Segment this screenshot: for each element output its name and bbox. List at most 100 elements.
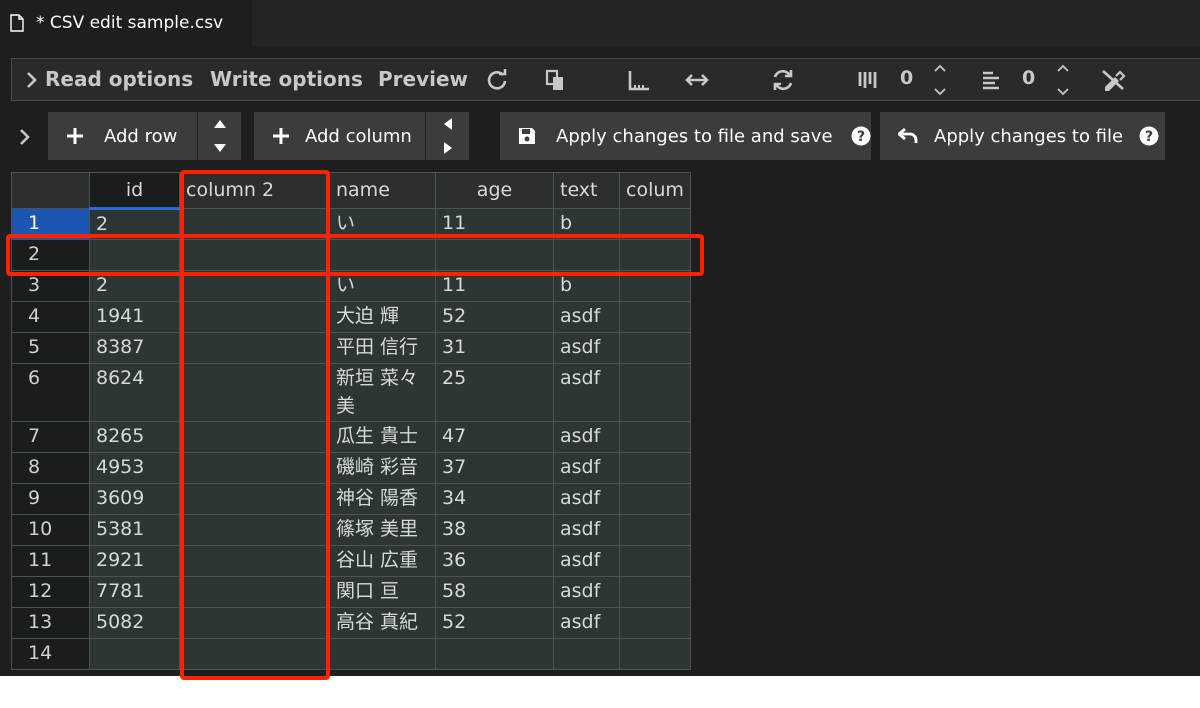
chevron-up-icon[interactable] xyxy=(1057,64,1069,72)
fixed-columns-icon[interactable] xyxy=(855,67,881,93)
ruler-icon[interactable] xyxy=(626,67,652,93)
fixed-columns-stepper[interactable] xyxy=(932,64,948,96)
table-cell[interactable]: asdf xyxy=(553,514,620,546)
align-left-icon[interactable] xyxy=(978,67,1004,93)
table-cell[interactable]: 5381 xyxy=(89,514,180,546)
table-cell[interactable] xyxy=(179,332,330,364)
row-number[interactable]: 10 xyxy=(11,514,90,546)
table-cell[interactable] xyxy=(329,638,436,670)
table-cell[interactable] xyxy=(619,239,691,271)
table-cell[interactable]: 磯崎 彩音 xyxy=(329,452,436,484)
table-cell[interactable] xyxy=(179,607,330,639)
row-number[interactable]: 1 xyxy=(11,208,90,240)
table-cell[interactable] xyxy=(619,576,691,608)
table-cell[interactable] xyxy=(179,301,330,333)
table-cell[interactable]: 36 xyxy=(435,545,554,577)
add-column-button[interactable]: Add column xyxy=(254,112,425,160)
chevron-right-icon[interactable] xyxy=(22,67,42,93)
apply-button[interactable]: Apply changes to file ? xyxy=(880,112,1165,160)
table-cell[interactable]: 8624 xyxy=(89,363,180,422)
add-row-button[interactable]: Add row xyxy=(48,112,197,160)
row-number[interactable]: 6 xyxy=(11,363,90,422)
table-cell[interactable] xyxy=(619,607,691,639)
column-header-column-2[interactable]: column 2 xyxy=(179,172,330,209)
help-icon[interactable]: ? xyxy=(851,126,871,146)
table-cell[interactable]: 8387 xyxy=(89,332,180,364)
row-number[interactable]: 8 xyxy=(11,452,90,484)
add-column-direction-toggle[interactable] xyxy=(425,112,469,160)
row-number[interactable]: 4 xyxy=(11,301,90,333)
table-cell[interactable] xyxy=(619,363,691,422)
table-cell[interactable]: 1941 xyxy=(89,301,180,333)
row-number[interactable]: 2 xyxy=(11,239,90,271)
reload-icon[interactable] xyxy=(484,67,510,93)
table-cell[interactable]: asdf xyxy=(553,421,620,453)
table-cell[interactable] xyxy=(179,483,330,515)
table-cell[interactable]: 47 xyxy=(435,421,554,453)
table-cell[interactable]: 瓜生 貴士 xyxy=(329,421,436,453)
table-cell[interactable]: 38 xyxy=(435,514,554,546)
editor-tab[interactable]: * CSV edit sample.csv xyxy=(0,0,252,46)
table-cell[interactable]: asdf xyxy=(553,483,620,515)
table-cell[interactable]: 篠塚 美里 xyxy=(329,514,436,546)
column-header-name[interactable]: name xyxy=(329,172,436,209)
table-cell[interactable] xyxy=(619,208,691,240)
row-number[interactable]: 13 xyxy=(11,607,90,639)
table-cell[interactable]: 高谷 真紀 xyxy=(329,607,436,639)
table-cell[interactable]: 8265 xyxy=(89,421,180,453)
preview-toggle[interactable]: Preview xyxy=(378,67,468,91)
row-number[interactable]: 12 xyxy=(11,576,90,608)
table-cell[interactable]: 関口 亘 xyxy=(329,576,436,608)
column-header-id[interactable]: id xyxy=(89,172,180,210)
table-cell[interactable]: 52 xyxy=(435,301,554,333)
table-cell[interactable]: b xyxy=(553,208,620,240)
table-cell[interactable]: 34 xyxy=(435,483,554,515)
table-cell[interactable]: asdf xyxy=(553,332,620,364)
table-cell[interactable]: asdf xyxy=(553,576,620,608)
table-cell[interactable]: 25 xyxy=(435,363,554,422)
table-cell[interactable] xyxy=(619,514,691,546)
apply-and-save-button[interactable]: Apply changes to file and save ? xyxy=(500,112,871,160)
table-cell[interactable] xyxy=(179,270,330,302)
sync-icon[interactable] xyxy=(770,67,796,93)
table-cell[interactable]: い xyxy=(329,208,436,240)
table-cell[interactable]: 神谷 陽香 xyxy=(329,483,436,515)
write-options-toggle[interactable]: Write options xyxy=(210,67,363,91)
table-cell[interactable]: 平田 信行 xyxy=(329,332,436,364)
row-number[interactable]: 14 xyxy=(11,638,90,670)
table-cell[interactable] xyxy=(179,208,330,240)
table-cell[interactable]: 7781 xyxy=(89,576,180,608)
table-cell[interactable]: 37 xyxy=(435,452,554,484)
row-number[interactable]: 11 xyxy=(11,545,90,577)
table-cell[interactable] xyxy=(179,576,330,608)
table-cell[interactable] xyxy=(619,421,691,453)
table-cell[interactable]: asdf xyxy=(553,607,620,639)
table-cell[interactable]: 52 xyxy=(435,607,554,639)
chevron-down-icon[interactable] xyxy=(1057,88,1069,96)
table-cell[interactable]: 大迫 輝 xyxy=(329,301,436,333)
read-options-toggle[interactable]: Read options xyxy=(45,67,193,91)
table-cell[interactable]: 3609 xyxy=(89,483,180,515)
row-number[interactable]: 5 xyxy=(11,332,90,364)
table-cell[interactable] xyxy=(179,638,330,670)
table-cell[interactable] xyxy=(619,301,691,333)
grid-corner[interactable] xyxy=(11,172,90,209)
table-cell[interactable]: 2 xyxy=(89,270,180,302)
triangle-left-icon[interactable] xyxy=(443,118,452,130)
table-cell[interactable] xyxy=(619,483,691,515)
table-cell[interactable] xyxy=(435,638,554,670)
table-cell[interactable] xyxy=(89,239,180,271)
table-cell[interactable]: 11 xyxy=(435,270,554,302)
table-cell[interactable]: 新垣 菜々美 xyxy=(329,363,436,422)
table-cell[interactable]: 31 xyxy=(435,332,554,364)
column-header-text[interactable]: text xyxy=(553,172,620,209)
table-cell[interactable] xyxy=(553,239,620,271)
table-cell[interactable] xyxy=(435,239,554,271)
add-row-direction-toggle[interactable] xyxy=(197,112,241,160)
table-cell[interactable]: asdf xyxy=(553,545,620,577)
table-cell[interactable]: 11 xyxy=(435,208,554,240)
table-cell[interactable] xyxy=(329,239,436,271)
column-header-age[interactable]: age xyxy=(435,172,554,209)
table-cell[interactable]: b xyxy=(553,270,620,302)
table-cell[interactable] xyxy=(179,363,330,422)
